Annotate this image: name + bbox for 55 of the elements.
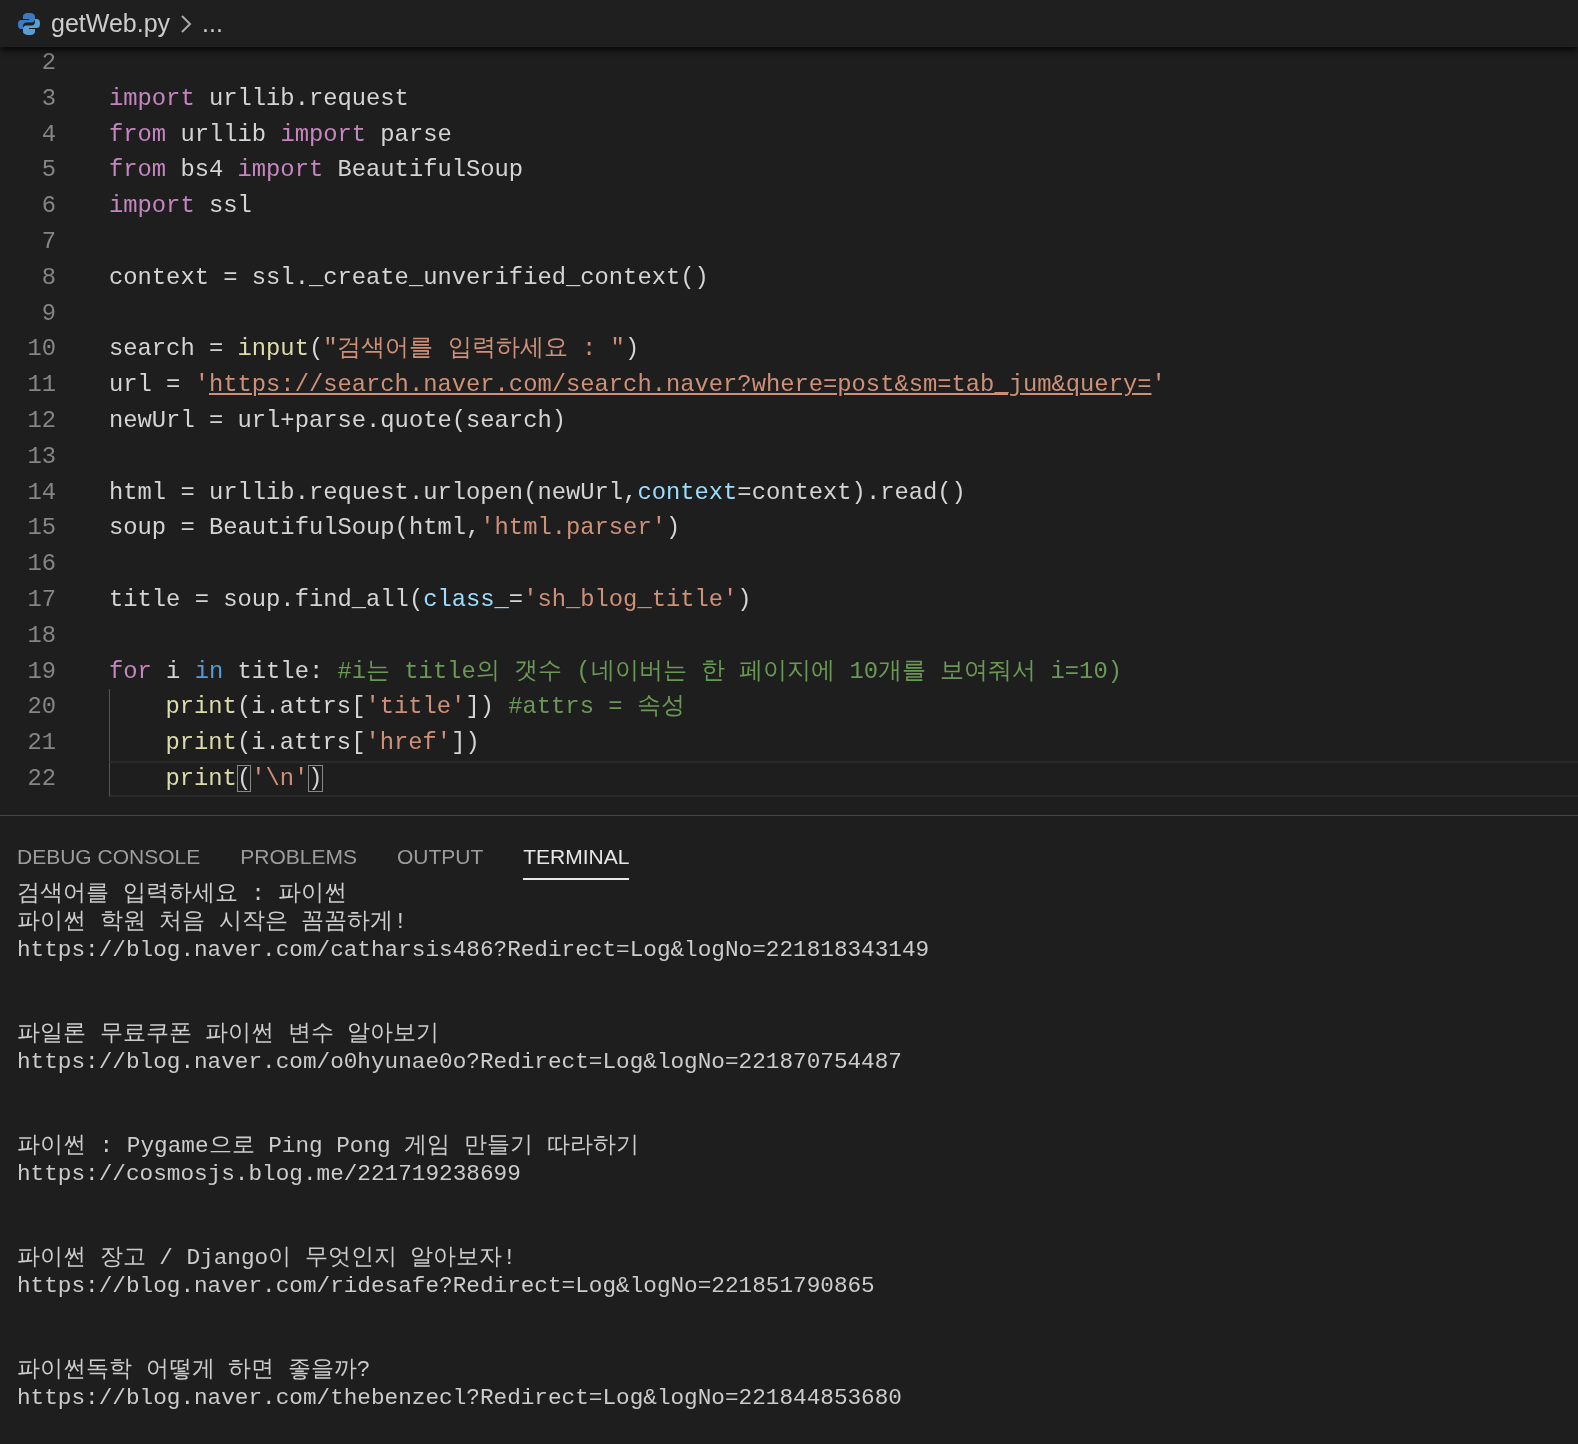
code-line: newUrl = url+parse.quote(search)	[109, 405, 567, 436]
code-line: from bs4 import BeautifulSoup	[109, 155, 525, 186]
panel-tab[interactable]: TERMINAL	[523, 816, 630, 880]
file-icon	[17, 11, 41, 36]
terminal-line: 파이썬독학 어떻게 하면 좋을까?	[17, 1356, 372, 1384]
panel-tab[interactable]: PROBLEMS	[240, 816, 357, 880]
code-line: import urllib.request	[109, 83, 410, 114]
terminal-line: https://blog.naver.com/thebenzecl?Redirect=Log&logNo=221844853680	[17, 1384, 903, 1412]
line-number: 22	[26, 763, 56, 794]
code-line: search = input("검색어를 입력하세요 : ")	[109, 334, 641, 365]
line-number: 14	[26, 477, 56, 508]
line-number: 21	[26, 728, 56, 759]
panel-tab[interactable]: OUTPUT	[396, 816, 484, 880]
code-line: print(i.attrs['href'])	[109, 725, 1578, 761]
code-line: url = 'https://search.naver.com/search.naver?where=post&sm=tab_jum&query='	[109, 370, 1167, 401]
line-number: 4	[40, 119, 56, 150]
code-line: context = ssl._create_unverified_context()	[109, 262, 710, 293]
line-number: 11	[26, 370, 56, 401]
breadcrumb-more[interactable]: ...	[202, 9, 223, 38]
line-number: 19	[26, 656, 56, 687]
line-number: 3	[40, 83, 56, 114]
code-line: soup = BeautifulSoup(html,'html.parser')	[109, 513, 682, 544]
line-number: 7	[40, 227, 56, 257]
chevron-right-icon	[180, 13, 193, 34]
code-line: import ssl	[109, 191, 253, 222]
line-number: 13	[26, 441, 56, 472]
terminal-line: 검색어를 입력하세요 : 파이썬	[17, 880, 349, 908]
line-number: 18	[26, 620, 56, 651]
code-line: print(i.attrs['title']) #attrs = 속성	[109, 689, 1578, 726]
line-number: 17	[26, 584, 56, 615]
terminal-line: 파이썬 : Pygame으로 Ping Pong 게임 만들기 따라하기	[17, 1132, 640, 1160]
code-line: for i in title: #i는 title의 갯수 (네이버는 한 페이지에 10개를 보여줘서 i=10)	[109, 656, 1123, 687]
panel-tab[interactable]: DEBUG CONSOLE	[17, 816, 201, 880]
line-number: 8	[40, 262, 56, 293]
code-line: print('\n')	[109, 760, 1578, 797]
terminal-line: https://blog.naver.com/catharsis486?Redirect=Log&logNo=221818343149	[17, 936, 931, 964]
line-number: 12	[26, 405, 56, 436]
terminal-line: 파이썬 학원 처음 시작은 꼼꼼하게!	[17, 908, 409, 936]
line-number: 5	[40, 155, 56, 186]
terminal-line: https://blog.naver.com/o0hyunae0o?Redirect=Log&logNo=221870754487	[17, 1048, 903, 1076]
line-number: 15	[26, 513, 56, 544]
line-number: 16	[26, 549, 56, 580]
terminal-line: https://cosmosjs.blog.me/221719238699	[17, 1160, 522, 1188]
line-number: 20	[26, 692, 56, 723]
line-number: 6	[40, 191, 56, 222]
code-line: from urllib import parse	[109, 119, 453, 150]
line-number: 10	[26, 334, 56, 365]
terminal-line: 파일론 무료쿠폰 파이썬 변수 알아보기	[17, 1020, 441, 1048]
terminal-line: 파이썬 장고 / Django이 무엇인지 알아보자!	[17, 1244, 517, 1272]
code-line: title = soup.find_all(class_='sh_blog_title')	[109, 584, 753, 615]
code-line: html = urllib.request.urlopen(newUrl,context=context).read()	[109, 477, 967, 508]
breadcrumb-file[interactable]: getWeb.py	[51, 9, 171, 38]
line-number: 2	[40, 48, 56, 78]
line-number: 9	[40, 298, 56, 329]
terminal-line: https://blog.naver.com/ridesafe?Redirect=Log&logNo=221851790865	[17, 1272, 876, 1300]
